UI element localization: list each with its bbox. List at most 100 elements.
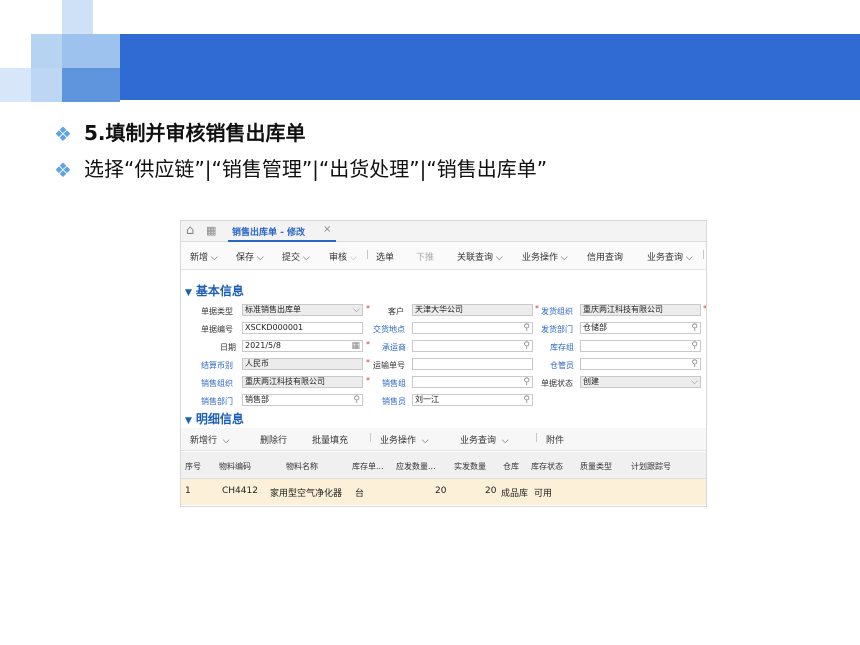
ship-org-label: 发货组织 [541,307,573,316]
status-select[interactable]: 创建 ⌵ [580,376,701,388]
batch-fill-button[interactable]: 批量填充 [312,433,348,446]
section-basic-info[interactable]: ▼ 基本信息 [185,282,244,299]
ship-dept-input[interactable]: 仓储部 ⚲ [580,322,701,334]
status-label: 单据状态 [541,379,573,388]
ship-org-input[interactable]: 重庆两江科技有限公司 [580,304,701,316]
search-icon: ⚲ [523,323,530,333]
column-header[interactable]: 物料名称 [286,461,318,472]
toolbar-divider: | [369,433,373,443]
cell-stock-status: 可用 [534,489,553,499]
app-window: ⌂ ▦ 销售出库单 - 修改 × 新增 ⌵ 保存 ⌵ 提交 ⌵ 审核 ⌵ | 选… [180,220,707,507]
business-operation-button[interactable]: 业务操作 ⌵ [522,250,568,263]
related-query-button[interactable]: 关联查询 ⌵ [457,250,503,263]
toolbar-divider: | [366,250,370,260]
close-icon[interactable]: × [323,224,331,235]
delivery-place-input[interactable]: ⚲ [412,322,533,334]
sales-dept-label: 销售部门 [201,397,233,406]
toolbar-divider: | [702,250,706,260]
chevron-down-icon: ⌵ [353,305,360,315]
keeper-label: 仓管员 [550,361,574,370]
attachment-button[interactable]: 附件 [546,433,564,446]
credit-query-button[interactable]: 信用查询 [587,250,623,263]
tab-sales-outbound[interactable]: 销售出库单 - 修改 × [228,221,336,242]
column-header[interactable]: 计划跟踪号 [631,461,671,472]
chevron-down-icon: ⌵ [691,377,698,387]
column-header[interactable]: 实发数量 [454,461,486,472]
grid-icon[interactable]: ▦ [206,224,216,237]
bill-no-input[interactable]: XSCKD000001 [242,322,363,334]
detail-toolbar: 新增行 ⌵ 删除行 批量填充 | 业务操作 ⌵ 业务查询 ⌵ | 附件 [181,428,706,451]
header-bar [120,34,860,100]
bill-type-label: 单据类型 [201,307,233,316]
column-header[interactable]: 序号 [185,461,201,472]
table-row[interactable]: 1 CH4412 家用型空气净化器 台 20 20 成品库 可用 [181,479,706,505]
slide-instruction: 选择“供应链”|“销售管理”|“出货处理”|“销售出库单” [84,157,548,181]
push-down-button[interactable]: 下推 [416,250,434,263]
column-header[interactable]: 质量类型 [580,461,612,472]
top-nav: ⌂ ▦ 销售出库单 - 修改 × [181,221,706,242]
carrier-input[interactable]: ⚲ [412,340,533,352]
deco-square [31,68,62,102]
detail-business-operation-button[interactable]: 业务操作 ⌵ [380,433,429,446]
cell-material-name: 家用型空气净化器 [270,489,343,499]
search-icon: ⚲ [691,341,698,351]
stock-group-label: 库存组 [550,343,574,352]
slide-heading: 5.填制并审核销售出库单 [84,121,306,145]
table-header: 序号 物料编码 物料名称 库存单... 应发数量... 实发数量 仓库 库存状态… [181,452,706,479]
sales-group-label: 销售组 [382,379,406,388]
delivery-place-label: 交货地点 [373,325,405,334]
search-icon: ⚲ [691,323,698,333]
keeper-input[interactable]: ⚲ [580,358,701,370]
bill-no-label: 单据编号 [201,325,233,334]
calendar-icon: ▦ [351,341,360,351]
sales-group-input[interactable]: ⚲ [412,376,533,388]
waybill-input[interactable] [412,358,533,370]
submit-button[interactable]: 提交 ⌵ [282,250,310,263]
save-button[interactable]: 保存 ⌵ [236,250,264,263]
collapse-icon: ▼ [185,288,192,298]
cell-due-qty: 20 [435,486,447,496]
search-icon: ⚲ [523,377,530,387]
bill-type-select[interactable]: 标准销售出库单 ⌵ [242,304,363,316]
home-icon[interactable]: ⌂ [186,223,194,238]
waybill-label: 运输单号 [373,361,405,370]
collapse-icon: ▼ [185,416,192,426]
deco-square [62,34,120,68]
toolbar-divider: | [535,433,539,443]
column-header[interactable]: 应发数量... [396,461,436,472]
add-row-button[interactable]: 新增行 ⌵ [190,433,230,446]
date-input[interactable]: 2021/5/8 ▦ [242,340,363,352]
deco-square [62,0,93,34]
customer-label: 客户 [388,307,404,316]
date-label: 日期 [220,343,236,352]
column-header[interactable]: 库存单... [352,461,384,472]
ship-dept-label: 发货部门 [541,325,573,334]
tab-label: 销售出库单 - 修改 [232,228,306,238]
column-header[interactable]: 库存状态 [531,461,563,472]
deco-square [0,68,31,102]
stock-group-input[interactable]: ⚲ [580,340,701,352]
detail-business-query-button[interactable]: 业务查询 ⌵ [460,433,509,446]
carrier-label: 承运商 [382,343,406,352]
audit-button[interactable]: 审核 ⌵ [329,250,357,263]
select-bill-button[interactable]: 选单 [376,250,394,263]
customer-input[interactable]: 天津大华公司 [412,304,533,316]
new-button[interactable]: 新增 ⌵ [190,250,218,263]
sales-org-input[interactable]: 重庆两江科技有限公司 [242,376,363,388]
column-header[interactable]: 仓库 [503,461,519,472]
delete-row-button[interactable]: 删除行 [260,433,287,446]
sales-dept-input[interactable]: 销售部 ⚲ [242,394,363,406]
search-icon: ⚲ [523,341,530,351]
cell-unit: 台 [355,489,365,499]
cell-seq: 1 [185,486,191,496]
search-icon: ⚲ [691,359,698,369]
salesman-input[interactable]: 刘一江 ⚲ [412,394,533,406]
bullet-icon: ❖ [54,122,72,146]
toolbar: 新增 ⌵ 保存 ⌵ 提交 ⌵ 审核 ⌵ | 选单 下推 关联查询 ⌵ 业务操作 … [181,242,706,270]
section-detail-info[interactable]: ▼ 明细信息 [185,410,244,427]
business-query-button[interactable]: 业务查询 ⌵ [647,250,693,263]
cell-warehouse: 成品库 [501,489,529,499]
column-header[interactable]: 物料编码 [219,461,251,472]
currency-input[interactable]: 人民币 [242,358,363,370]
deco-square [31,34,62,68]
